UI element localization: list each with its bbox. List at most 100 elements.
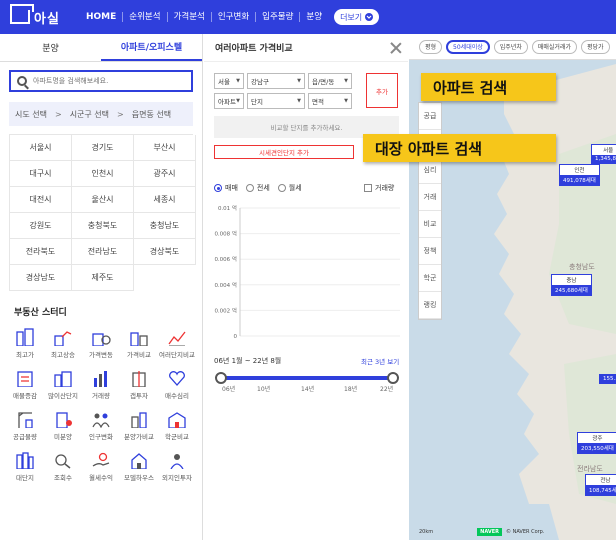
volume-checkbox[interactable]: 거래량 (364, 183, 394, 193)
city-item[interactable]: 충청북도 (72, 213, 134, 239)
study-item-views[interactable]: 조회수 (44, 451, 82, 482)
study-item-price-compare[interactable]: 가격비교 (120, 328, 158, 359)
listing-icon (14, 369, 36, 387)
search-box (9, 70, 193, 92)
side-menu-policy[interactable]: 정책 (419, 238, 441, 265)
close-icon[interactable] (390, 42, 402, 54)
study-item-listing-change[interactable]: 매물증감 (6, 369, 44, 400)
study-item-supply[interactable]: 공급물량 (6, 410, 44, 441)
study-item-outside-investor[interactable]: 외지인투자 (158, 451, 196, 482)
add-leading-complex-button[interactable]: 시세견인단지 추가 (214, 145, 354, 159)
filter-chip-sale-price[interactable]: 매매실거래가 (531, 39, 577, 54)
study-item-unsold[interactable]: 미분양 (44, 410, 82, 441)
city-item[interactable]: 서울시 (10, 135, 72, 161)
city-item[interactable]: 경기도 (72, 135, 134, 161)
study-item-large-complex[interactable]: 대단지 (6, 451, 44, 482)
logo[interactable]: 아실 (10, 4, 80, 27)
city-item[interactable]: 대구시 (10, 161, 72, 187)
views-icon (52, 451, 74, 469)
side-menu-supply[interactable]: 공급 (419, 103, 441, 130)
map-marker-gwangju[interactable]: 광주 203,550세대 (577, 432, 616, 454)
slider-end-handle[interactable] (387, 372, 399, 384)
city-item[interactable]: 제주도 (72, 265, 134, 291)
side-menu-school[interactable]: 학군 (419, 265, 441, 292)
nav-population[interactable]: 인구변화 (210, 12, 255, 22)
filter-chip-50-units[interactable]: 50세대이상 (446, 39, 490, 54)
complex-select[interactable]: 단지 ▼ (247, 93, 305, 109)
map-marker-jeonnam[interactable]: 전남108,745세대 (585, 474, 616, 496)
map-marker-incheon[interactable]: 인천 491,078세대 (559, 164, 600, 186)
add-complex-button[interactable]: 추가 (366, 73, 398, 108)
hand-coin-icon (90, 451, 112, 469)
study-item-gap-investment[interactable]: 갭투자 (120, 369, 158, 400)
city-item[interactable]: 전라남도 (72, 239, 134, 265)
radio-label: 월세 (288, 184, 302, 192)
city-item[interactable]: 부산시 (134, 135, 196, 161)
city-item[interactable]: 경상북도 (134, 239, 196, 265)
radio-jeonse[interactable]: 전세 (245, 183, 270, 193)
side-menu-trade[interactable]: 거래 (419, 184, 441, 211)
study-item-top-rise[interactable]: 최고상승 (44, 328, 82, 359)
study-item-price-change[interactable]: 가격변동 (82, 328, 120, 359)
study-item-buyer-sentiment[interactable]: 매수심리 (158, 369, 196, 400)
city-item[interactable]: 경상남도 (10, 265, 72, 291)
nav-price-analysis[interactable]: 가격분석 (166, 12, 211, 22)
study-item-school-compare[interactable]: 학군비교 (158, 410, 196, 441)
study-item-presale-compare[interactable]: 분양가비교 (120, 410, 158, 441)
city-item[interactable]: 광주시 (134, 161, 196, 187)
nav-supply[interactable]: 입주물량 (255, 12, 299, 22)
map-marker-seoul[interactable]: 서울1,345,8... (591, 144, 616, 164)
select-row-complex: 아파트 ▼ 단지 ▼ 면적 ▼ (214, 93, 355, 109)
region-step-sigungu[interactable]: 시군구 선택 (70, 109, 109, 120)
region-step-eupmyeondong[interactable]: 읍면동 선택 (132, 109, 171, 120)
city-item[interactable]: 대전시 (10, 187, 72, 213)
city-item[interactable]: 울산시 (72, 187, 134, 213)
presale-icon (128, 410, 150, 428)
region-step-sido[interactable]: 시도 선택 (15, 109, 47, 120)
study-item-highest-price[interactable]: 최고가 (6, 328, 44, 359)
top-navigation-bar: 아실 HOME 순위분석 가격분석 인구변화 입주물량 분양 더보기 (0, 0, 616, 34)
place-label: 충청남도 (569, 263, 595, 271)
study-item-model-house[interactable]: 모델하우스 (120, 451, 158, 482)
map-view[interactable]: 평형 50세대이상 입주년차 매매실거래가 평당가 공급 가격 심리 거래 비교… (409, 34, 616, 540)
sigungu-select-value: 강남구 (251, 78, 269, 86)
more-button[interactable]: 더보기 (334, 9, 380, 25)
side-menu-compare[interactable]: 비교 (419, 211, 441, 238)
study-item-multi-compare[interactable]: 여러단지비교 (158, 328, 196, 359)
tab-apartment-officetel[interactable]: 아파트/오피스텔 (101, 34, 202, 61)
search-input[interactable] (33, 77, 183, 85)
filter-chip-size[interactable]: 평형 (419, 39, 443, 54)
study-item-population[interactable]: 인구변화 (82, 410, 120, 441)
recent-3-years-link[interactable]: 최근 3년 보기 (361, 356, 399, 366)
type-select[interactable]: 아파트 ▼ (214, 93, 244, 109)
nav-presale[interactable]: 분양 (299, 12, 328, 22)
map-marker-chungnam[interactable]: 충남 245,680세대 (551, 274, 592, 296)
city-item[interactable]: 세종시 (134, 187, 196, 213)
study-item-volume[interactable]: 거래량 (82, 369, 120, 400)
study-item-most-bought[interactable]: 많이산단지 (44, 369, 82, 400)
side-menu-ranking[interactable]: 랭킹 (419, 292, 441, 319)
sido-select[interactable]: 서울 ▼ (214, 73, 244, 89)
nav-ranking[interactable]: 순위분석 (122, 12, 166, 22)
slider-start-handle[interactable] (215, 372, 227, 384)
tab-presale[interactable]: 분양 (0, 34, 101, 61)
city-item[interactable]: 인천시 (72, 161, 134, 187)
city-item[interactable]: 충청남도 (134, 213, 196, 239)
filter-chip-age[interactable]: 입주년차 (493, 39, 528, 54)
area-select[interactable]: 면적 ▼ (308, 93, 352, 109)
dong-select[interactable]: 읍/면/동 ▼ (308, 73, 352, 89)
marker-name: 서울 (603, 148, 614, 154)
radio-monthly[interactable]: 월세 (277, 183, 302, 193)
building-icon (14, 328, 36, 346)
map-marker-partial[interactable]: 155... (599, 374, 616, 384)
search-icon[interactable] (17, 76, 27, 86)
filter-chip-price-per-pyeong[interactable]: 평당가 (580, 39, 610, 54)
period-slider[interactable] (215, 372, 399, 384)
chevron-down-icon: ▼ (236, 98, 240, 104)
nav-home[interactable]: HOME (80, 12, 122, 22)
city-item[interactable]: 강원도 (10, 213, 72, 239)
sigungu-select[interactable]: 강남구 ▼ (247, 73, 305, 89)
radio-sale[interactable]: 매매 (214, 183, 238, 193)
study-item-monthly-rent[interactable]: 월세수익 (82, 451, 120, 482)
city-item[interactable]: 전라북도 (10, 239, 72, 265)
